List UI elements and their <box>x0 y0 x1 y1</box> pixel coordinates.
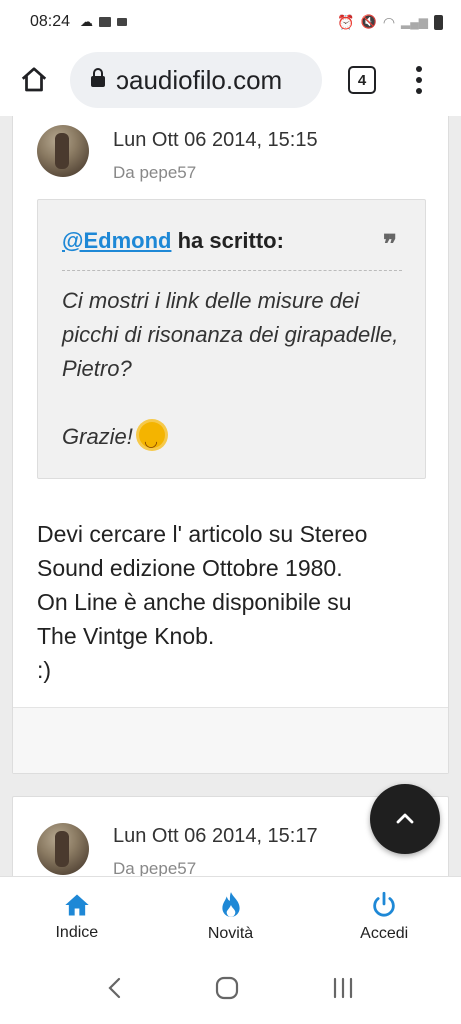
home-icon <box>65 894 89 915</box>
url-text: ɔaudiofilo.com <box>116 64 283 95</box>
dot <box>416 66 422 72</box>
quote-thanks: Grazie! <box>62 424 133 449</box>
system-icons: ⏰ 🔇 ◠ ▂▄▆ <box>337 14 443 31</box>
more-menu-button[interactable] <box>404 62 434 98</box>
battery-icon <box>434 14 443 30</box>
forum-content[interactable]: Lun Ott 06 2014, 15:15 Da pepe57 @Edmond… <box>0 116 461 876</box>
smiley-sun-icon <box>139 422 166 459</box>
lock-icon <box>90 67 106 93</box>
nav-item-novita[interactable]: Novità <box>154 877 308 956</box>
nav-label: Accedi <box>360 924 409 942</box>
forum-post: Lun Ott 06 2014, 15:15 Da pepe57 @Edmond… <box>12 116 449 774</box>
fire-icon <box>221 891 240 917</box>
dot <box>416 77 422 83</box>
recents-button[interactable] <box>330 976 356 1005</box>
weather-icon: ☁ <box>80 14 94 29</box>
post-line: Sound edizione Ottobre 1980. <box>37 555 343 581</box>
quote-divider <box>62 270 402 271</box>
video-icon <box>117 18 128 26</box>
post-line: Devi cercare l' articolo su Stereo <box>37 521 368 547</box>
browser-toolbar: ɔaudiofilo.com 4 <box>0 44 461 116</box>
tab-switcher-button[interactable]: 4 <box>348 66 376 94</box>
chevron-up-icon <box>396 813 414 824</box>
quote-header: @Edmond ha scritto: <box>62 228 284 254</box>
status-bar: 08:24 ☁ ⏰ 🔇 ◠ ▂▄▆ <box>0 0 461 44</box>
post-line: :) <box>37 657 52 683</box>
post-footer <box>13 707 448 773</box>
post-line: The Vintge Knob. <box>37 623 215 649</box>
circle-home-icon <box>216 976 239 999</box>
wifi-icon: ◠ <box>382 13 396 30</box>
recents-icon <box>334 977 353 998</box>
back-button[interactable] <box>105 976 125 1005</box>
home-icon <box>21 67 47 92</box>
home-nav-button[interactable] <box>214 975 240 1006</box>
quote-block: @Edmond ha scritto: ❞ Ci mostri i link d… <box>37 199 426 479</box>
post-line: On Line è anche disponibile su <box>37 589 352 615</box>
mute-icon: 🔇 <box>360 14 377 29</box>
nav-item-indice[interactable]: Indice <box>0 877 154 956</box>
quote-wrote-label: ha scritto: <box>171 228 284 253</box>
address-bar[interactable]: ɔaudiofilo.com <box>70 52 322 108</box>
bottom-navigation: Indice Novità Accedi <box>0 876 461 956</box>
system-navigation-bar <box>0 956 461 1024</box>
post-body: Devi cercare l' articolo su Stereo Sound… <box>37 517 427 687</box>
quote-text: Ci mostri i link delle misure dei picchi… <box>62 284 402 459</box>
quote-line: Grazie! <box>62 420 402 459</box>
post-author[interactable]: Da pepe57 <box>113 163 196 183</box>
avatar[interactable] <box>37 125 89 177</box>
avatar[interactable] <box>37 823 89 875</box>
notification-icons: ☁ <box>80 14 128 30</box>
scroll-to-top-button[interactable] <box>370 784 440 854</box>
nav-label: Indice <box>55 923 99 941</box>
status-time: 08:24 <box>30 13 71 30</box>
signal-icon: ▂▄▆ <box>401 15 428 29</box>
post-date: Lun Ott 06 2014, 15:17 <box>113 825 318 847</box>
dot <box>416 88 422 94</box>
quote-icon: ❞ <box>383 230 397 260</box>
alarm-icon: ⏰ <box>337 13 355 30</box>
mention-link[interactable]: @Edmond <box>62 228 171 253</box>
home-button[interactable] <box>10 56 58 104</box>
quote-line: Ci mostri i link delle misure dei picchi… <box>62 288 399 381</box>
nav-label: Novità <box>207 924 254 942</box>
post-date: Lun Ott 06 2014, 15:15 <box>113 129 318 151</box>
nav-item-accedi[interactable]: Accedi <box>307 877 461 956</box>
post-author[interactable]: Da pepe57 <box>113 859 196 876</box>
gallery-icon <box>99 17 112 27</box>
power-icon <box>373 891 395 917</box>
chevron-left-icon <box>108 977 120 998</box>
